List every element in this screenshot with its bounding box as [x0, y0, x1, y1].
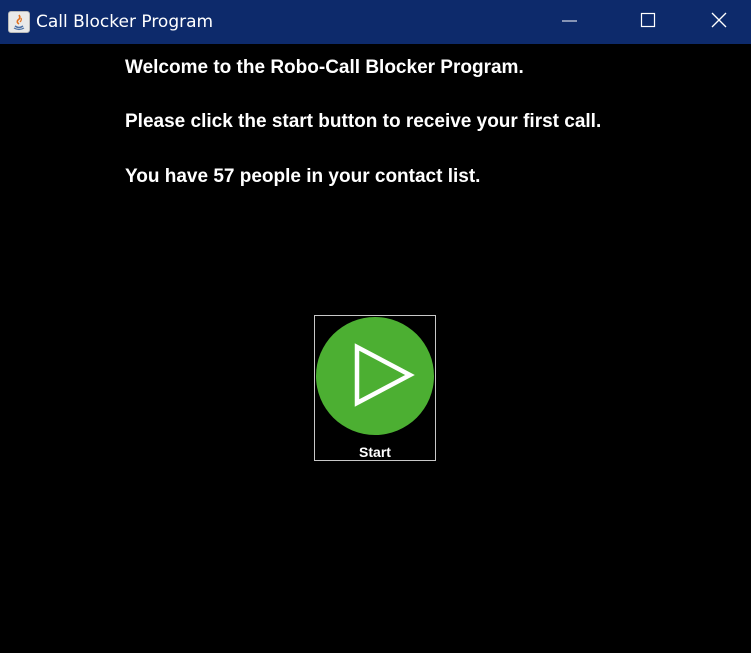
contacts-count-message: You have 57 people in your contact list.	[125, 166, 481, 187]
app-window: Call Blocker Program Welcome to the Robo…	[0, 0, 751, 653]
start-label: Start	[359, 444, 391, 460]
maximize-icon	[640, 12, 656, 28]
window-title: Call Blocker Program	[36, 12, 214, 32]
minimize-icon	[562, 20, 577, 22]
start-button[interactable]: Start	[314, 315, 436, 461]
instruction-message: Please click the start button to receive…	[125, 111, 602, 132]
close-button[interactable]	[696, 0, 742, 44]
welcome-message: Welcome to the Robo-Call Blocker Program…	[125, 57, 524, 78]
title-bar[interactable]: Call Blocker Program	[0, 0, 751, 44]
play-icon	[316, 317, 434, 435]
close-icon	[711, 12, 727, 28]
minimize-button[interactable]	[556, 0, 602, 44]
maximize-button[interactable]	[625, 0, 671, 44]
java-icon	[8, 11, 30, 33]
main-content: Welcome to the Robo-Call Blocker Program…	[0, 44, 751, 653]
